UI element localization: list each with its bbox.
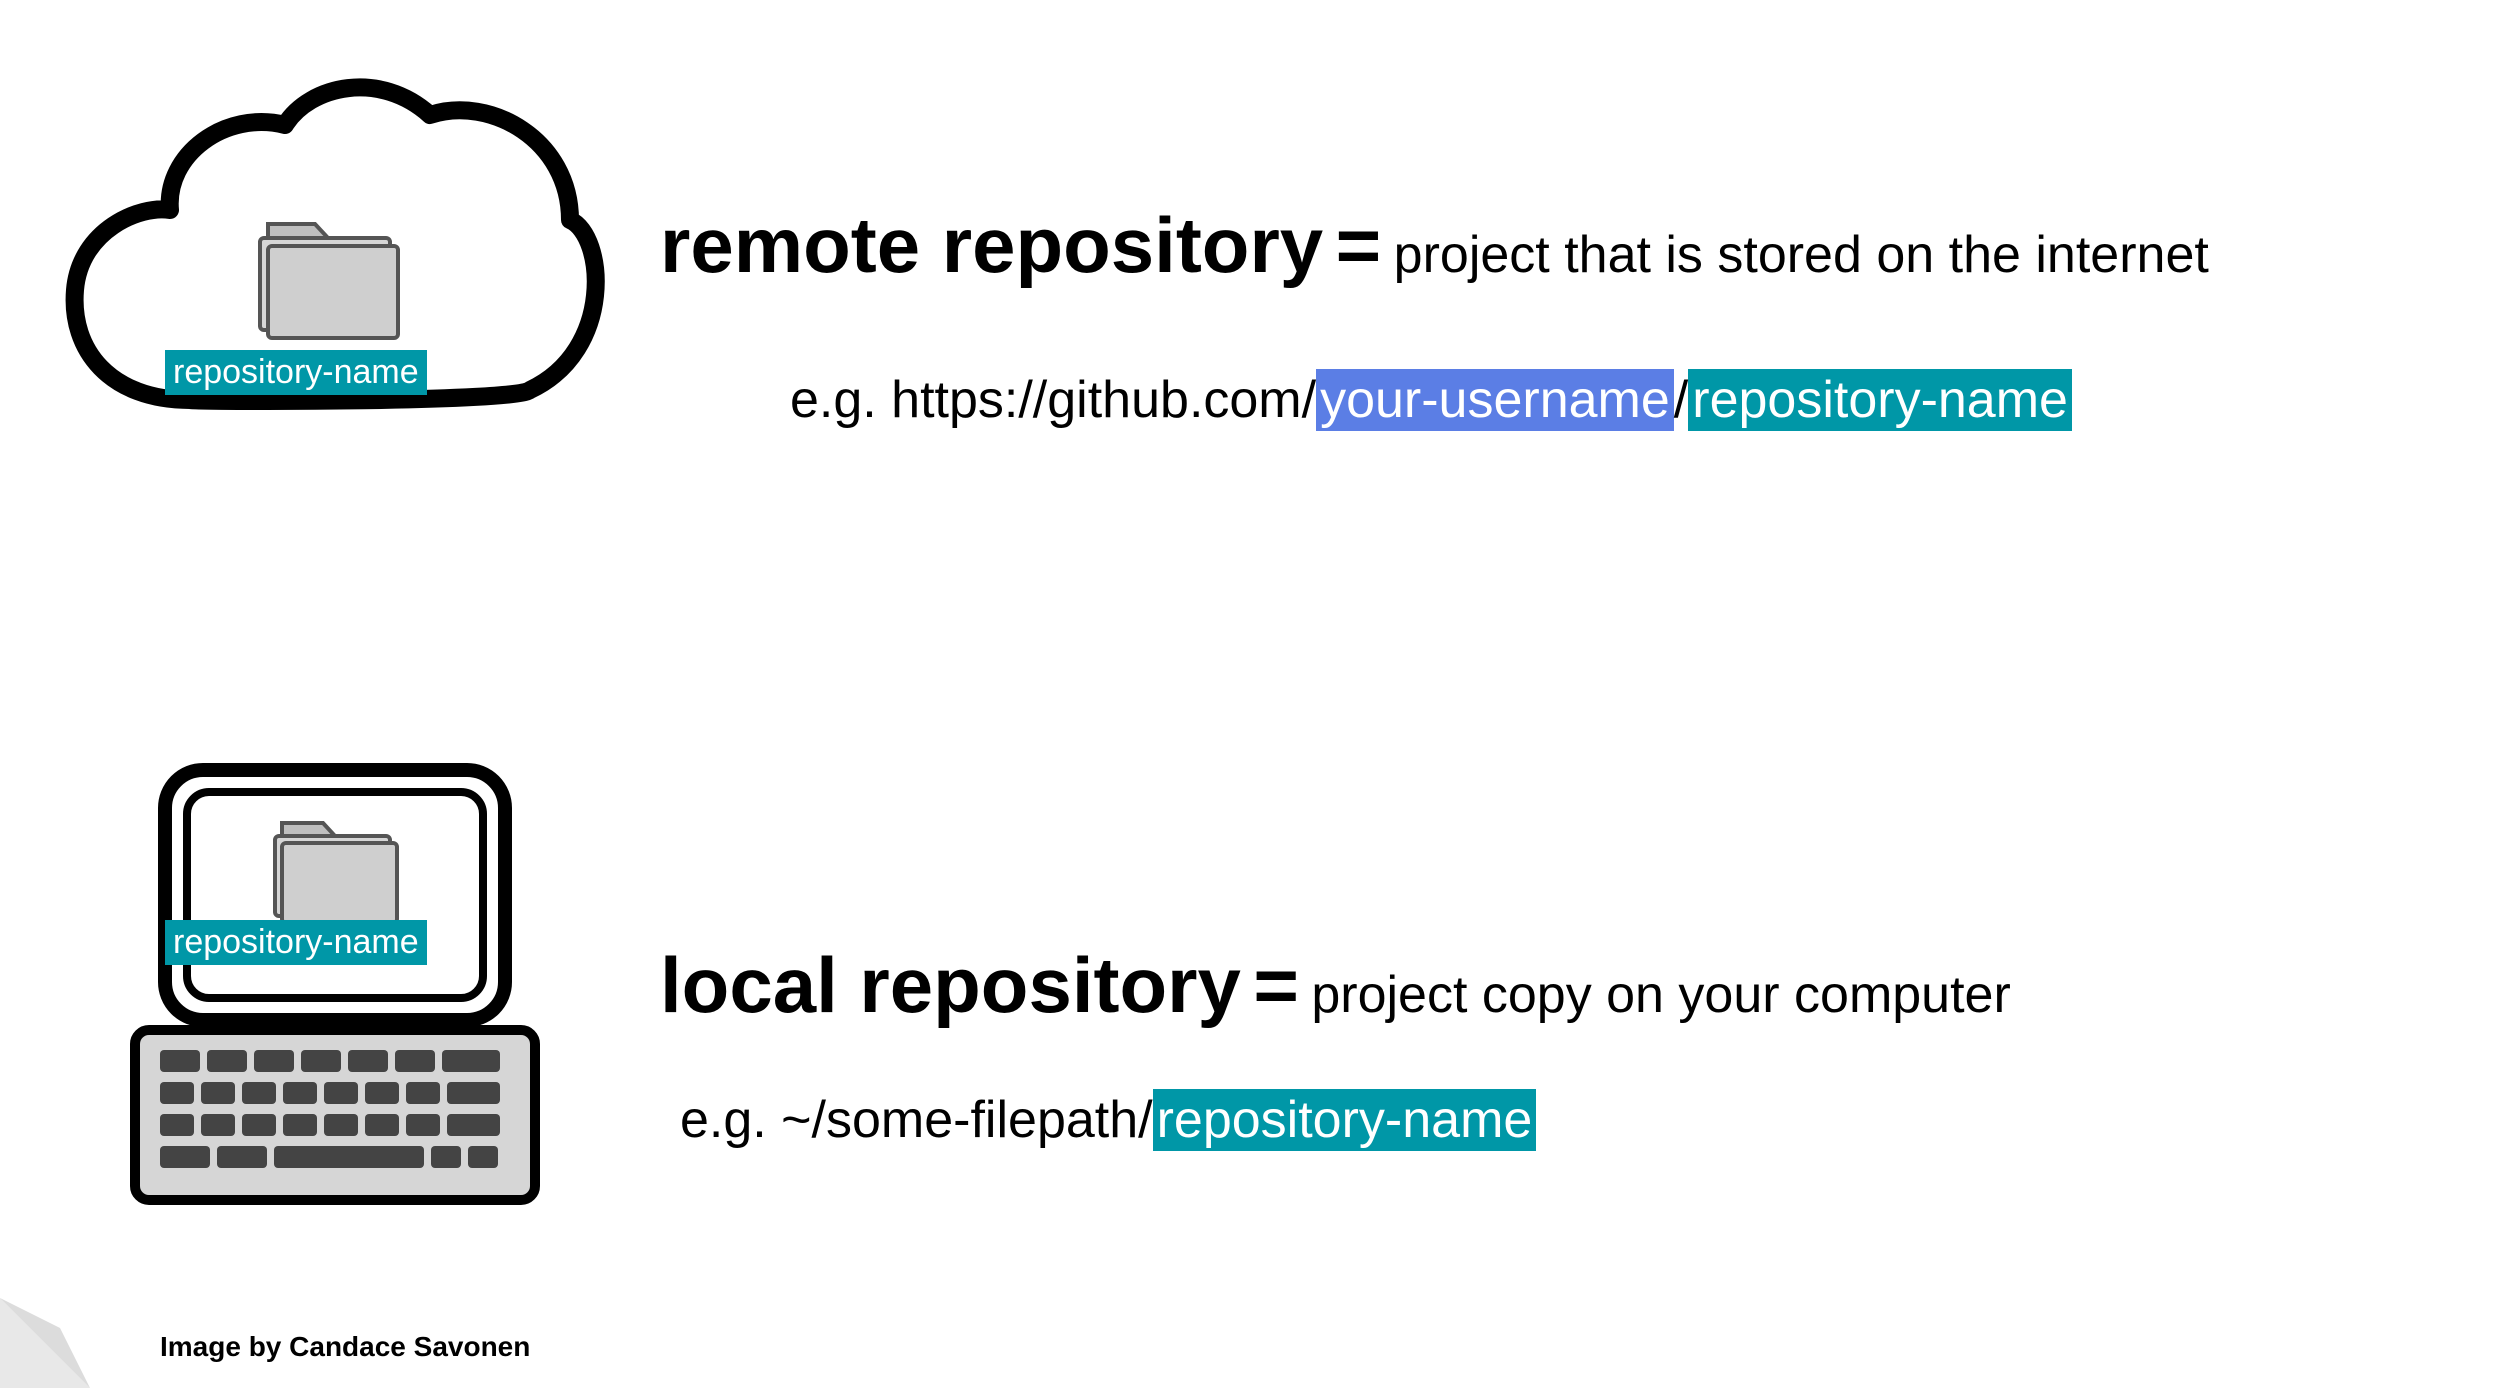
- cloud-folder-label-wrap: repository-name: [165, 350, 427, 395]
- local-heading-row: local repository = project copy on your …: [660, 940, 2011, 1031]
- page-fold-icon: [0, 1268, 120, 1388]
- remote-example: e.g. https://github.com/your-username/re…: [790, 370, 2072, 430]
- local-equals: =: [1253, 941, 1299, 1029]
- local-example: e.g. ~/some-filepath/repository-name: [680, 1090, 1536, 1150]
- remote-term: remote repository: [660, 201, 1323, 289]
- remote-separator: /: [1674, 371, 1688, 429]
- remote-username-placeholder: your-username: [1316, 369, 1674, 431]
- attribution-text: Image by Candace Savonen: [160, 1331, 530, 1363]
- local-example-prefix: e.g. ~/some-filepath/: [680, 1091, 1153, 1149]
- local-repo-placeholder: repository-name: [1153, 1089, 1537, 1151]
- laptop-folder-label: repository-name: [165, 920, 427, 965]
- cloud-icon: [50, 70, 610, 470]
- remote-example-prefix: e.g. https://github.com/: [790, 371, 1316, 429]
- laptop-icon: [125, 760, 545, 1210]
- laptop-folder-label-wrap: repository-name: [165, 920, 427, 965]
- remote-definition: project that is stored on the internet: [1394, 226, 2209, 284]
- cloud-folder-label: repository-name: [165, 350, 427, 395]
- remote-repo-placeholder: repository-name: [1688, 369, 2072, 431]
- local-definition: project copy on your computer: [1311, 966, 2010, 1024]
- local-term: local repository: [660, 941, 1241, 1029]
- remote-equals: =: [1336, 201, 1382, 289]
- remote-heading-row: remote repository = project that is stor…: [660, 200, 2209, 291]
